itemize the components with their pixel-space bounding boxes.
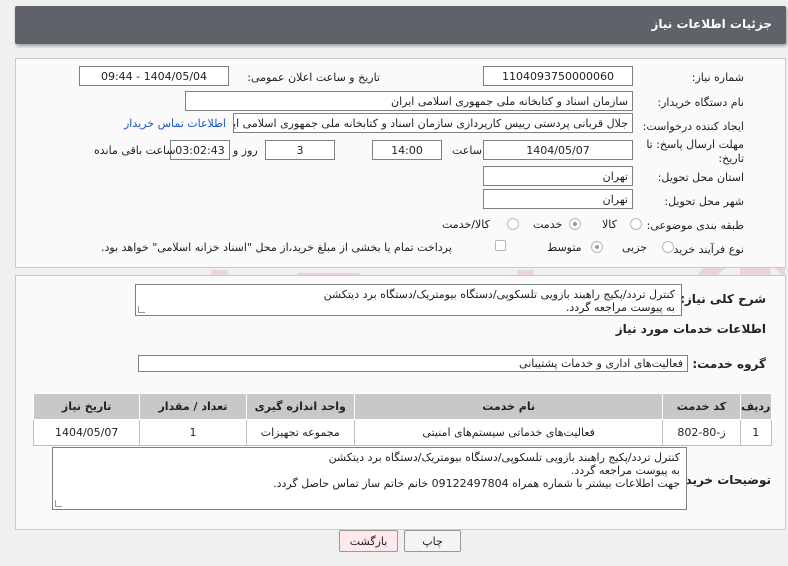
cell-qty: 1 bbox=[139, 419, 247, 446]
need-number-field: 1104093750000060 bbox=[483, 66, 633, 86]
summary-label: شرح کلی نیاز: bbox=[680, 292, 766, 306]
col-row: ردیف bbox=[739, 393, 773, 420]
cell-name: فعالیت‌های خدماتی سیستم‌های امنیتی bbox=[353, 419, 664, 446]
col-code: کد خدمت bbox=[662, 393, 741, 420]
buyer-contact-link[interactable]: اطلاعات تماس خریدار bbox=[124, 117, 226, 130]
service-group-field: فعالیت‌های اداری و خدمات پشتیبانی bbox=[138, 355, 688, 372]
deadline-time-field: 14:00 bbox=[372, 140, 442, 160]
buyer-org-label: نام دستگاه خریدار: bbox=[657, 96, 744, 109]
table-header-row: ردیف کد خدمت نام خدمت واحد اندازه گیری ت… bbox=[32, 393, 773, 420]
cell-unit: مجموعه تجهیزات bbox=[245, 419, 355, 446]
category-radio-goods-service[interactable] bbox=[507, 218, 519, 230]
table-row: 1 ز-80-802 فعالیت‌های خدماتی سیستم‌های ا… bbox=[32, 419, 773, 446]
deadline-date-field: 1404/05/07 bbox=[483, 140, 633, 160]
resize-grip-icon[interactable] bbox=[55, 500, 62, 507]
services-table: ردیف کد خدمت نام خدمت واحد اندازه گیری ت… bbox=[32, 393, 773, 446]
col-name: نام خدمت bbox=[353, 393, 664, 420]
cell-code: ز-80-802 bbox=[662, 419, 741, 446]
category-option-goods-service: کالا/خدمت bbox=[442, 218, 490, 231]
remaining-label: ساعت باقی مانده bbox=[94, 144, 176, 157]
time-label: ساعت bbox=[452, 144, 482, 157]
creator-label: ایجاد کننده درخواست: bbox=[642, 120, 744, 133]
buyer-notes-line-2: به پیوست مراجعه گردد. bbox=[570, 464, 680, 477]
announce-label: تاریخ و ساعت اعلان عمومی: bbox=[247, 71, 380, 84]
announce-field: 1404/05/04 - 09:44 bbox=[79, 66, 229, 86]
category-radio-goods[interactable] bbox=[630, 218, 642, 230]
resize-grip-icon[interactable] bbox=[138, 306, 145, 313]
need-number-label: شماره نیاز: bbox=[691, 71, 744, 84]
treasury-payment-checkbox[interactable] bbox=[495, 240, 506, 251]
services-section-title: اطلاعات خدمات مورد نیاز bbox=[615, 322, 766, 336]
buyer-notes-textarea: کنترل تردد/پکیج راهبند بازویی تلسکوپی/دس… bbox=[52, 447, 687, 510]
creator-field: جلال قربانی پردستی رییس کارپردازی سازمان… bbox=[233, 113, 633, 133]
days-field: 3 bbox=[265, 140, 335, 160]
category-label: طبقه بندی موضوعی: bbox=[646, 219, 744, 232]
details-panel bbox=[15, 58, 786, 268]
col-unit: واحد اندازه گیری bbox=[245, 393, 355, 420]
process-label: نوع فرآیند خرید : bbox=[666, 243, 744, 256]
cell-date: 1404/05/07 bbox=[32, 419, 141, 446]
province-label: استان محل تحویل: bbox=[657, 171, 744, 184]
treasury-payment-text: پرداخت تمام یا بخشی از مبلغ خرید،از محل … bbox=[101, 241, 452, 254]
category-radio-service[interactable] bbox=[569, 218, 581, 230]
deadline-label-date: تاریخ: bbox=[718, 152, 744, 165]
province-field: تهران bbox=[483, 166, 633, 186]
city-field: تهران bbox=[483, 189, 633, 209]
service-group-label: گروه خدمت: bbox=[692, 357, 766, 371]
city-label: شهر محل تحویل: bbox=[664, 195, 744, 208]
col-qty: تعداد / مقدار bbox=[139, 393, 247, 420]
category-option-goods: کالا bbox=[602, 218, 617, 231]
buyer-notes-line-1: کنترل تردد/پکیج راهبند بازویی تلسکوپی/دس… bbox=[328, 451, 680, 464]
process-radio-medium[interactable] bbox=[591, 241, 603, 253]
process-option-minor: جزیی bbox=[622, 241, 648, 254]
buyer-org-field: سازمان اسناد و کتابخانه ملی جمهوری اسلام… bbox=[185, 91, 633, 111]
print-button[interactable]: چاپ bbox=[404, 530, 461, 552]
summary-line-2: به پیوست مراجعه گردد. bbox=[565, 301, 675, 314]
page-header: جزئیات اطلاعات نیاز bbox=[15, 6, 786, 44]
days-label: روز و bbox=[233, 144, 258, 157]
back-button[interactable]: بازگشت bbox=[339, 530, 398, 552]
process-option-medium: متوسط bbox=[547, 241, 582, 254]
deadline-label: مهلت ارسال پاسخ: تا bbox=[646, 138, 744, 151]
summary-textarea: کنترل تردد/پکیج راهبند بازویی تلسکوپی/دس… bbox=[135, 284, 682, 316]
process-radio-minor[interactable] bbox=[662, 241, 674, 253]
col-date: تاریخ نیاز bbox=[32, 393, 141, 420]
buyer-notes-line-3: جهت اطلاعات بیشتر با شماره همراه 0912249… bbox=[273, 477, 680, 490]
remaining-time-field: 03:02:43 bbox=[170, 140, 230, 160]
page-title: جزئیات اطلاعات نیاز bbox=[651, 17, 772, 31]
summary-line-1: کنترل تردد/پکیج راهبند بازویی تلسکوپی/دس… bbox=[323, 288, 675, 301]
cell-row: 1 bbox=[739, 419, 773, 446]
category-option-service: خدمت bbox=[533, 218, 563, 231]
